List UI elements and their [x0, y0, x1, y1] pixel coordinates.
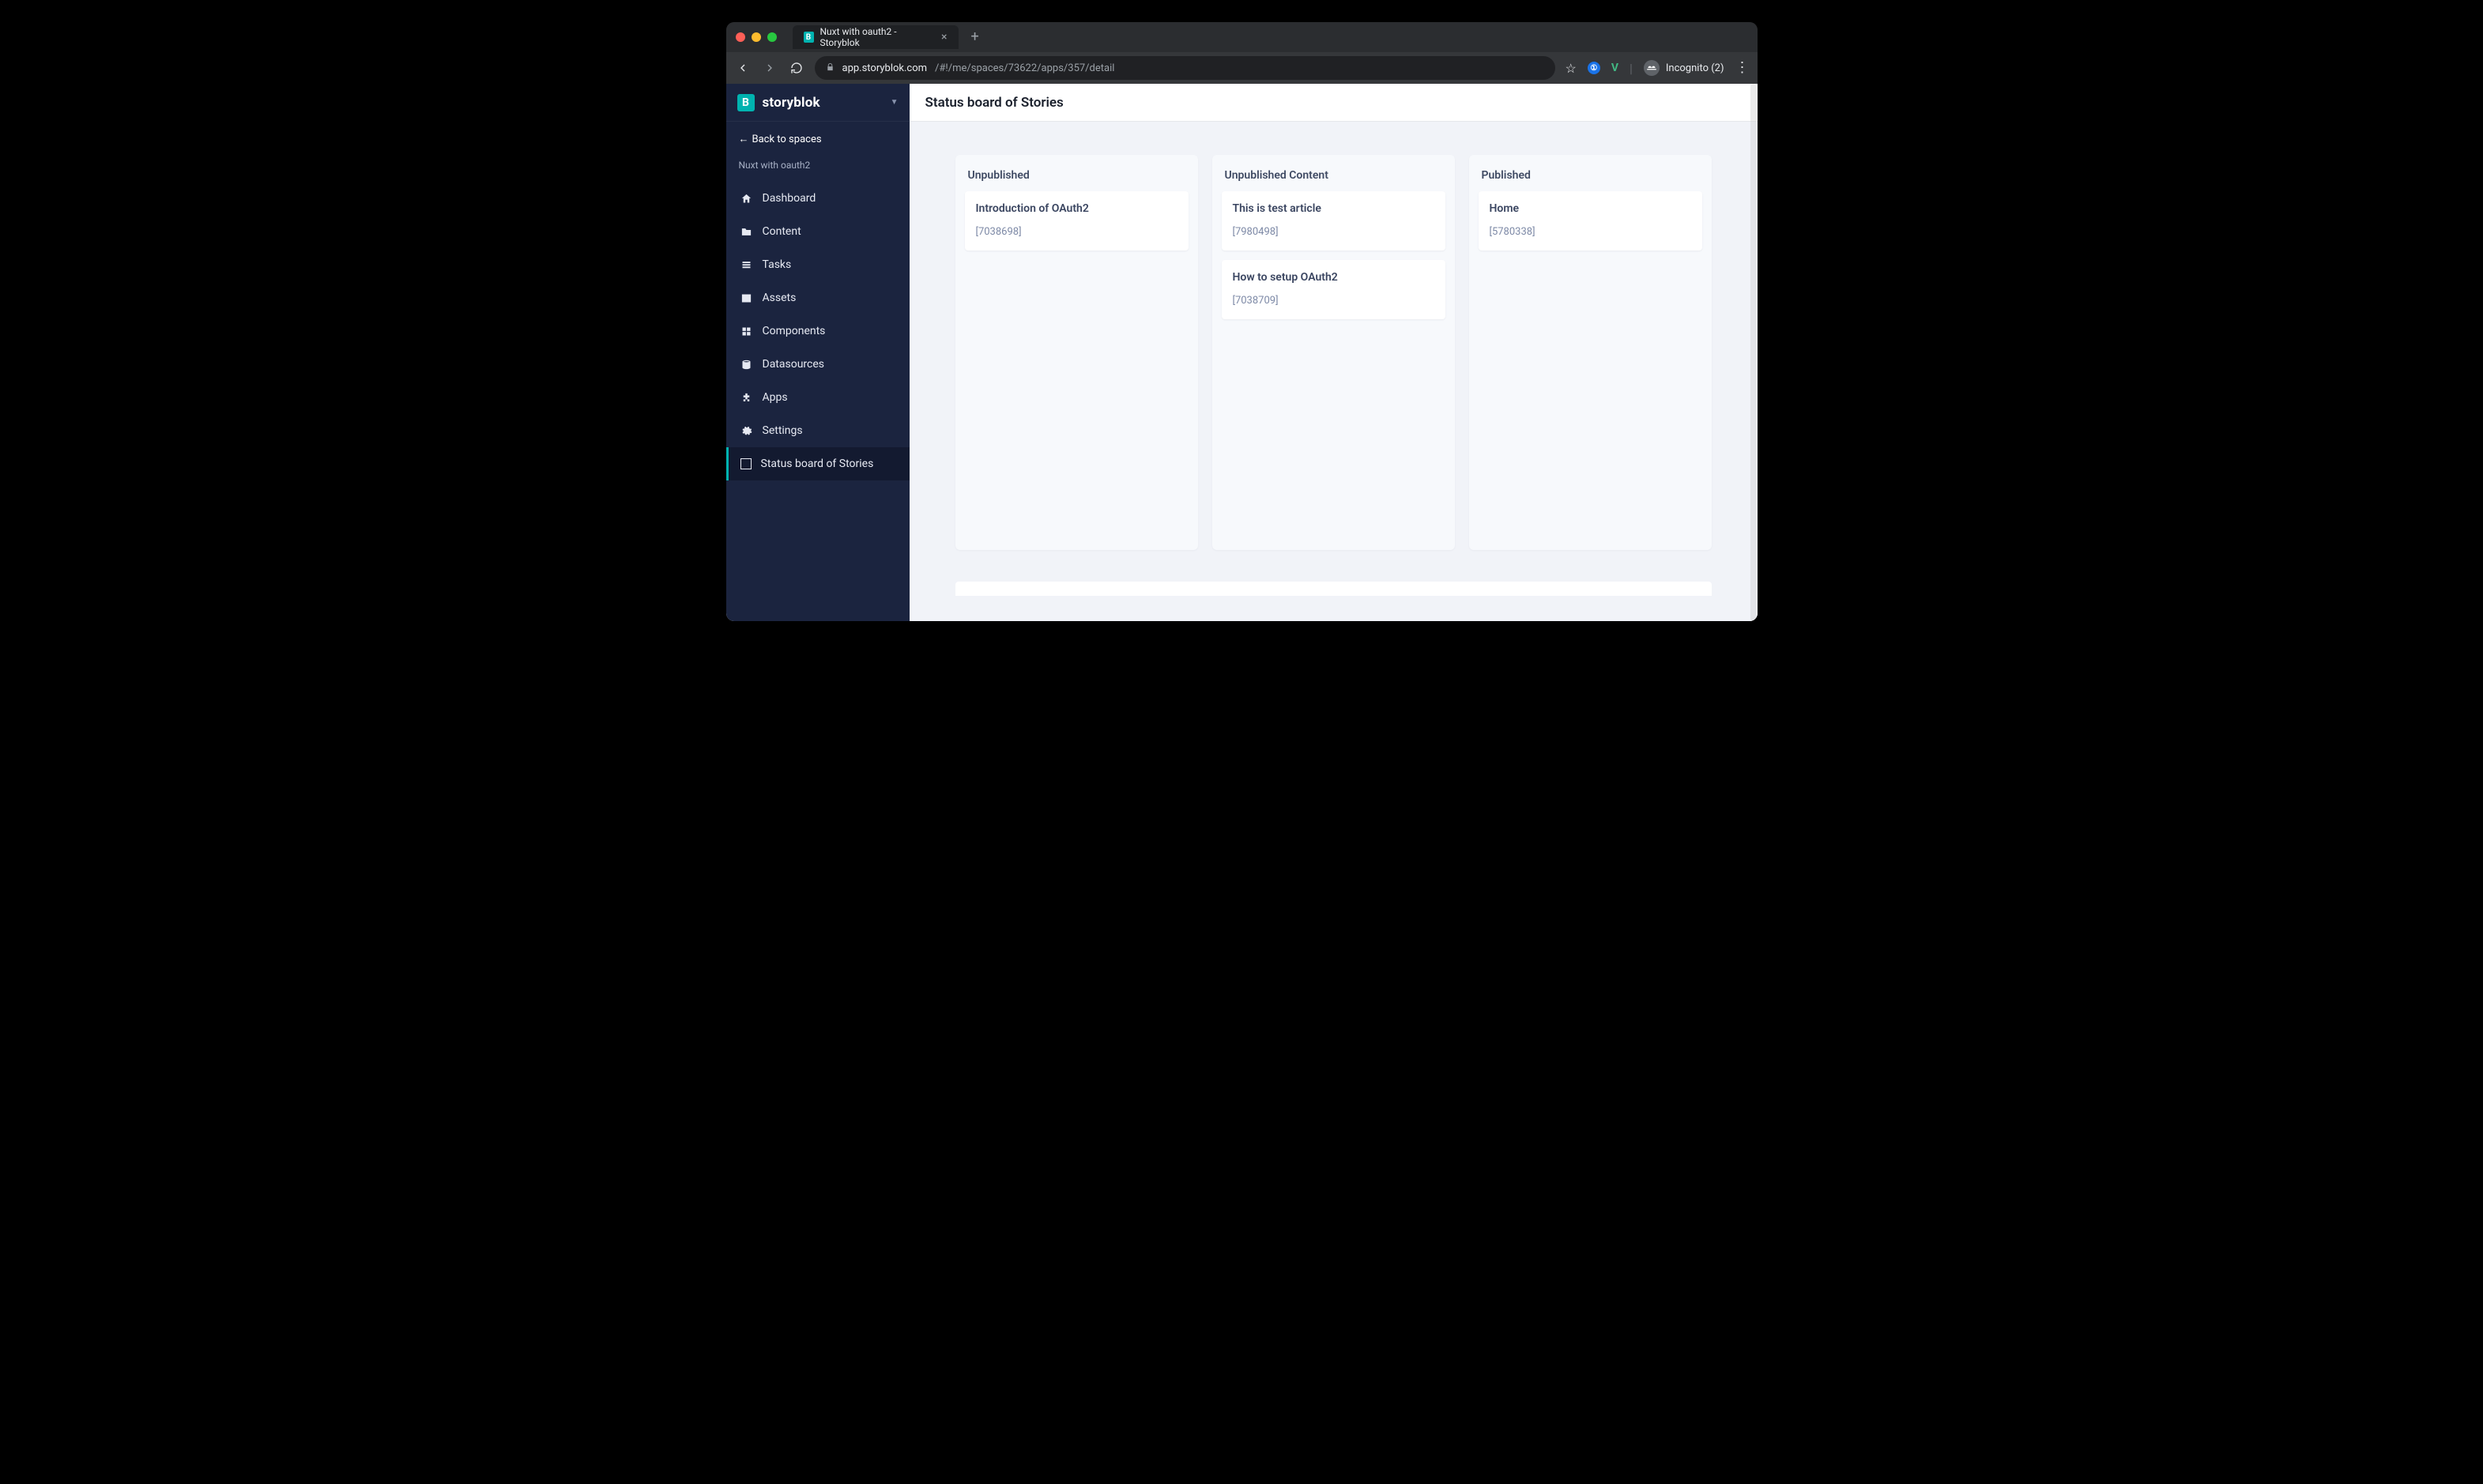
sidebar-item-label: Tasks	[763, 258, 792, 271]
browser-tab[interactable]: B Nuxt with oauth2 - Storyblok ×	[793, 25, 959, 49]
story-title: How to setup OAuth2	[1233, 271, 1434, 284]
sidebar-item-label: Apps	[763, 391, 788, 404]
story-card[interactable]: Home [5780338]	[1479, 191, 1702, 250]
brand-logo-icon: B	[737, 94, 755, 111]
column-published: Published Home [5780338]	[1469, 155, 1712, 550]
sidebar-item-label: Assets	[763, 292, 797, 304]
puzzle-icon	[740, 392, 753, 404]
address-bar[interactable]: app.storyblok.com /#!/me/spaces/73622/app…	[815, 56, 1556, 80]
window-controls	[736, 32, 777, 42]
brand-header[interactable]: B storyblok ▼	[726, 84, 910, 122]
incognito-icon	[1644, 60, 1660, 76]
column-unpublished: Unpublished Introduction of OAuth2 [7038…	[955, 155, 1198, 550]
database-icon	[740, 359, 753, 371]
sidebar-item-settings[interactable]: Settings	[726, 414, 910, 447]
box-icon	[740, 458, 752, 469]
sidebar-item-datasources[interactable]: Datasources	[726, 348, 910, 381]
extension-1password-icon[interactable]: ①	[1588, 62, 1600, 74]
brand-name: storyblok	[763, 95, 820, 111]
reload-button[interactable]	[788, 62, 805, 74]
browser-menu-button[interactable]: ⋮	[1735, 61, 1750, 75]
browser-window: B Nuxt with oauth2 - Storyblok × + app.s…	[726, 22, 1758, 621]
sidebar-item-assets[interactable]: Assets	[726, 281, 910, 315]
story-title: Introduction of OAuth2	[976, 202, 1177, 215]
story-title: This is test article	[1233, 202, 1434, 215]
minimize-window-button[interactable]	[752, 32, 761, 42]
tab-favicon-icon: B	[804, 32, 814, 43]
back-button[interactable]	[734, 62, 752, 74]
sidebar-item-status-board[interactable]: Status board of Stories	[726, 447, 910, 480]
folder-icon	[740, 226, 753, 238]
arrow-left-icon: ←	[739, 134, 748, 145]
story-id: [7980498]	[1233, 226, 1434, 238]
back-label: Back to spaces	[752, 134, 822, 145]
story-title: Home	[1490, 202, 1691, 215]
column-title: Unpublished	[965, 166, 1189, 191]
url-path: /#!/me/spaces/73622/apps/357/detail	[935, 62, 1114, 74]
tab-title: Nuxt with oauth2 - Storyblok	[820, 26, 931, 48]
back-to-spaces-link[interactable]: ← Back to spaces	[726, 122, 910, 156]
space-name: Nuxt with oauth2	[726, 156, 910, 182]
forward-button[interactable]	[761, 62, 778, 74]
chevron-down-icon: ▼	[891, 98, 899, 107]
close-tab-button[interactable]: ×	[941, 32, 947, 43]
story-card[interactable]: How to setup OAuth2 [7038709]	[1222, 260, 1445, 319]
sidebar-item-apps[interactable]: Apps	[726, 381, 910, 414]
main-area: Status board of Stories Unpublished Intr…	[910, 84, 1758, 621]
close-window-button[interactable]	[736, 32, 745, 42]
browser-toolbar: app.storyblok.com /#!/me/spaces/73622/app…	[726, 52, 1758, 84]
sidebar-item-tasks[interactable]: Tasks	[726, 248, 910, 281]
extension-vue-devtools-icon[interactable]: V	[1611, 62, 1618, 74]
sidebar: B storyblok ▼ ← Back to spaces Nuxt with …	[726, 84, 910, 621]
column-title: Unpublished Content	[1222, 166, 1445, 191]
app-viewport: B storyblok ▼ ← Back to spaces Nuxt with …	[726, 84, 1758, 621]
story-id: [7038709]	[1233, 295, 1434, 307]
maximize-window-button[interactable]	[767, 32, 777, 42]
lock-icon	[826, 62, 835, 74]
page-header: Status board of Stories	[910, 84, 1758, 122]
story-id: [7038698]	[976, 226, 1177, 238]
story-id: [5780338]	[1490, 226, 1691, 238]
incognito-label: Incognito (2)	[1666, 62, 1724, 74]
sidebar-item-label: Settings	[763, 424, 803, 437]
blocks-icon	[740, 326, 753, 337]
sidebar-nav: Dashboard Content Tasks Assets Component…	[726, 182, 910, 480]
tab-strip: B Nuxt with oauth2 - Storyblok × +	[726, 22, 1758, 52]
sidebar-item-label: Status board of Stories	[761, 458, 874, 470]
sidebar-item-label: Dashboard	[763, 192, 816, 205]
new-tab-button[interactable]: +	[966, 30, 984, 44]
home-icon	[740, 193, 753, 205]
sidebar-item-components[interactable]: Components	[726, 315, 910, 348]
status-board: Unpublished Introduction of OAuth2 [7038…	[955, 155, 1712, 550]
incognito-indicator[interactable]: Incognito (2)	[1644, 60, 1724, 76]
sidebar-item-label: Content	[763, 225, 801, 238]
story-card[interactable]: Introduction of OAuth2 [7038698]	[965, 191, 1189, 250]
gear-icon	[740, 425, 753, 437]
column-unpublished-content: Unpublished Content This is test article…	[1212, 155, 1455, 550]
toolbar-right: ☆ ① V | Incognito (2) ⋮	[1565, 60, 1749, 76]
story-card[interactable]: This is test article [7980498]	[1222, 191, 1445, 250]
sidebar-item-label: Datasources	[763, 358, 825, 371]
image-icon	[740, 292, 753, 304]
page-body: Unpublished Introduction of OAuth2 [7038…	[910, 122, 1758, 621]
sidebar-item-dashboard[interactable]: Dashboard	[726, 182, 910, 215]
footer-strip	[955, 582, 1712, 596]
sidebar-item-label: Components	[763, 325, 826, 337]
page-title: Status board of Stories	[925, 95, 1064, 111]
url-host: app.storyblok.com	[842, 62, 928, 74]
list-icon	[740, 259, 753, 271]
sidebar-item-content[interactable]: Content	[726, 215, 910, 248]
bookmark-button[interactable]: ☆	[1565, 61, 1576, 76]
column-title: Published	[1479, 166, 1702, 191]
